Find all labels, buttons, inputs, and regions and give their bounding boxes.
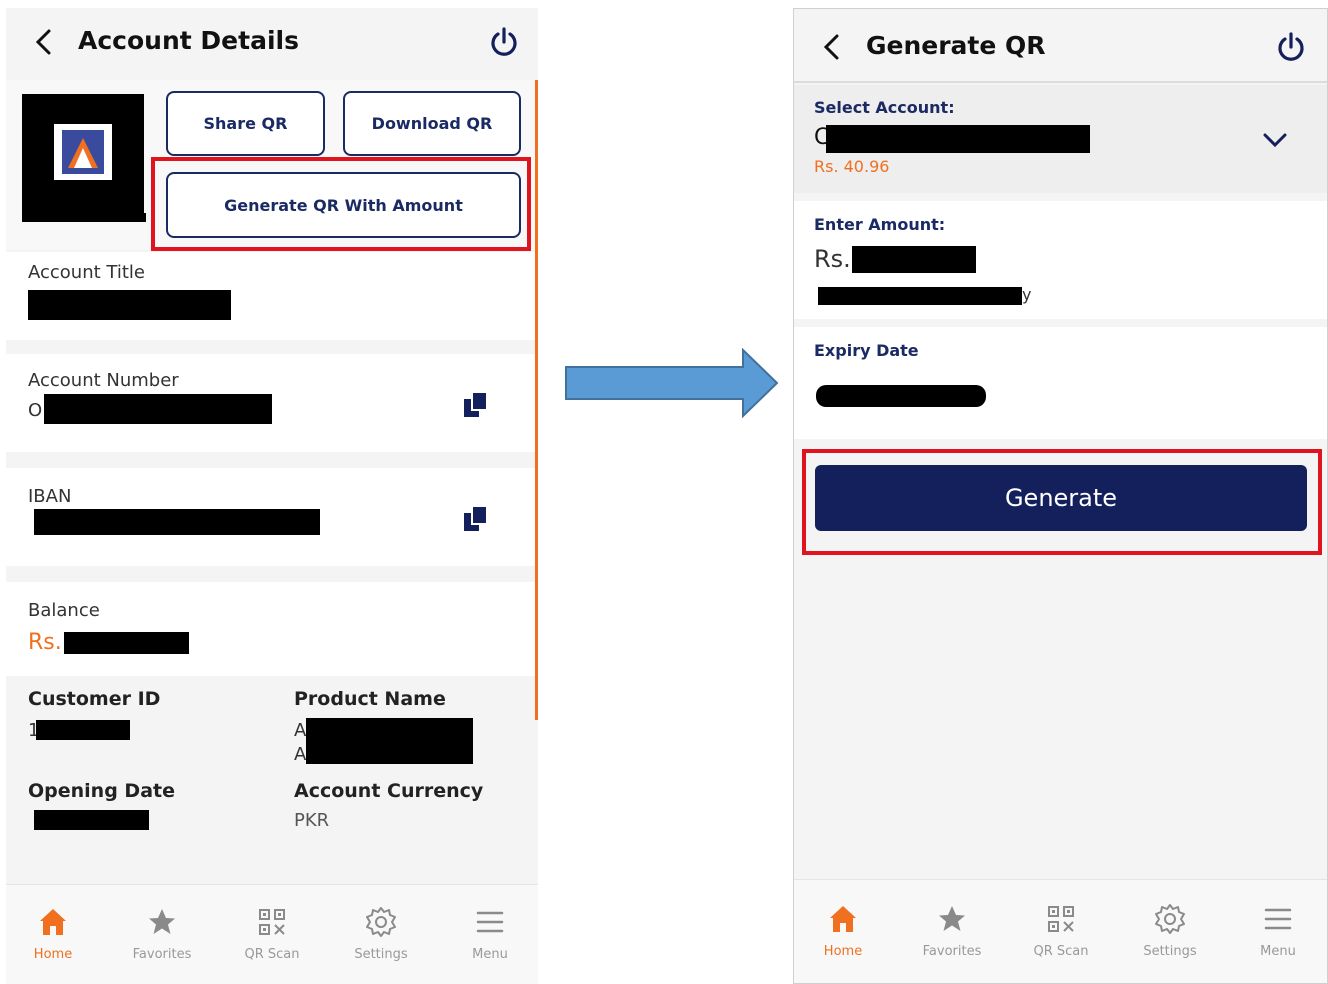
customer-id-label: Customer ID	[28, 688, 161, 710]
select-account-label: Select Account:	[814, 98, 955, 117]
product-name-label: Product Name	[294, 688, 446, 710]
menu-icon	[476, 911, 504, 933]
nav-qr-scan[interactable]: QR Scan	[222, 905, 322, 962]
account-title-value	[28, 290, 231, 320]
gear-icon	[1155, 904, 1185, 934]
account-number-label: Account Number	[28, 370, 179, 391]
back-arrow-icon[interactable]	[34, 28, 54, 56]
page-title: Account Details	[78, 26, 299, 55]
nav-menu-label: Menu	[1260, 944, 1296, 959]
star-icon	[939, 906, 965, 931]
top-bar: Account Details	[6, 8, 538, 80]
top-bar: Generate QR	[794, 9, 1327, 83]
nav-favorites-label: Favorites	[922, 944, 982, 959]
account-title-label: Account Title	[28, 262, 145, 283]
iban-value	[34, 509, 320, 535]
nav-home-label: Home	[823, 944, 863, 959]
enter-amount-label: Enter Amount:	[814, 215, 946, 234]
details-grid: Customer ID 1 Product Name A A Opening D…	[6, 678, 535, 888]
account-details-screen: Account Details Share QR Download QR Gen…	[6, 8, 538, 984]
star-icon	[149, 909, 175, 934]
nav-favorites-label: Favorites	[132, 947, 192, 962]
nav-qr-scan-label: QR Scan	[1033, 944, 1089, 959]
account-number-card: Account Number O	[6, 354, 535, 452]
amount-prefix: Rs.	[814, 245, 851, 273]
nav-menu[interactable]: Menu	[1228, 902, 1327, 959]
expiry-date-value[interactable]	[816, 385, 986, 407]
qr-icon	[1048, 906, 1074, 932]
amount-input[interactable]	[852, 246, 976, 273]
qr-icon	[259, 909, 285, 935]
nav-home[interactable]: Home	[794, 902, 893, 959]
iban-card: IBAN	[6, 468, 535, 566]
iban-label: IBAN	[28, 486, 72, 507]
highlight-box	[802, 449, 1322, 555]
copy-icon[interactable]	[462, 390, 492, 420]
nav-favorites[interactable]: Favorites	[112, 905, 212, 962]
copy-icon[interactable]	[462, 504, 492, 534]
gear-icon	[366, 907, 396, 937]
qr-caption-redacted	[26, 213, 146, 222]
nav-settings-label: Settings	[354, 947, 408, 962]
nav-qr-scan-label: QR Scan	[244, 947, 300, 962]
nav-qr-scan[interactable]: QR Scan	[1011, 902, 1111, 959]
product-name-value	[306, 718, 473, 764]
qr-logo-icon	[54, 124, 112, 180]
amount-in-words-tail: y	[1022, 285, 1032, 304]
account-currency-value: PKR	[294, 810, 330, 831]
nav-settings[interactable]: Settings	[331, 905, 431, 962]
page-title: Generate QR	[866, 31, 1046, 60]
generate-qr-screen: Generate QR Select Account: C Rs. 40.96 …	[793, 8, 1328, 984]
nav-home-label: Home	[33, 947, 73, 962]
amount-in-words	[818, 287, 1022, 305]
nav-menu-label: Menu	[472, 947, 508, 962]
product-name-line1: A	[294, 720, 307, 741]
nav-settings[interactable]: Settings	[1120, 902, 1220, 959]
opening-date-value	[34, 810, 149, 830]
menu-icon	[1264, 908, 1292, 930]
download-qr-button[interactable]: Download QR	[343, 91, 521, 156]
select-account-balance: Rs. 40.96	[814, 157, 890, 176]
chevron-down-icon	[1263, 133, 1287, 148]
back-arrow-icon[interactable]	[822, 33, 842, 61]
home-icon	[830, 906, 856, 932]
expiry-date-label: Expiry Date	[814, 341, 919, 360]
expiry-date-card: Expiry Date	[794, 327, 1327, 439]
highlight-box	[151, 157, 531, 251]
nav-menu[interactable]: Menu	[440, 905, 538, 962]
balance-prefix: Rs.	[28, 630, 62, 655]
opening-date-label: Opening Date	[28, 780, 175, 802]
scroll-indicator	[535, 80, 538, 720]
balance-value	[64, 632, 189, 654]
select-account-dropdown[interactable]: Select Account: C Rs. 40.96	[794, 85, 1327, 193]
balance-card: Balance Rs.	[6, 582, 535, 676]
home-icon	[40, 909, 66, 935]
account-number-prefix: O	[28, 400, 43, 421]
bottom-nav: Home Favorites QR Scan Settings Menu	[6, 884, 538, 984]
share-qr-button[interactable]: Share QR	[166, 91, 325, 156]
enter-amount-card: Enter Amount: Rs. y	[794, 201, 1327, 319]
nav-settings-label: Settings	[1143, 944, 1197, 959]
bottom-nav: Home Favorites QR Scan Settings Menu	[794, 879, 1327, 983]
account-number-value	[44, 394, 272, 424]
select-account-value	[826, 125, 1090, 153]
power-icon[interactable]	[488, 26, 520, 58]
product-name-line2: A	[294, 744, 307, 765]
right-arrow-icon	[565, 348, 779, 418]
nav-favorites[interactable]: Favorites	[902, 902, 1002, 959]
account-currency-label: Account Currency	[294, 780, 484, 802]
nav-home[interactable]: Home	[6, 905, 103, 962]
account-title-card: Account Title	[6, 252, 535, 340]
balance-label: Balance	[28, 600, 100, 621]
power-icon[interactable]	[1275, 31, 1307, 63]
customer-id-value	[36, 720, 130, 740]
